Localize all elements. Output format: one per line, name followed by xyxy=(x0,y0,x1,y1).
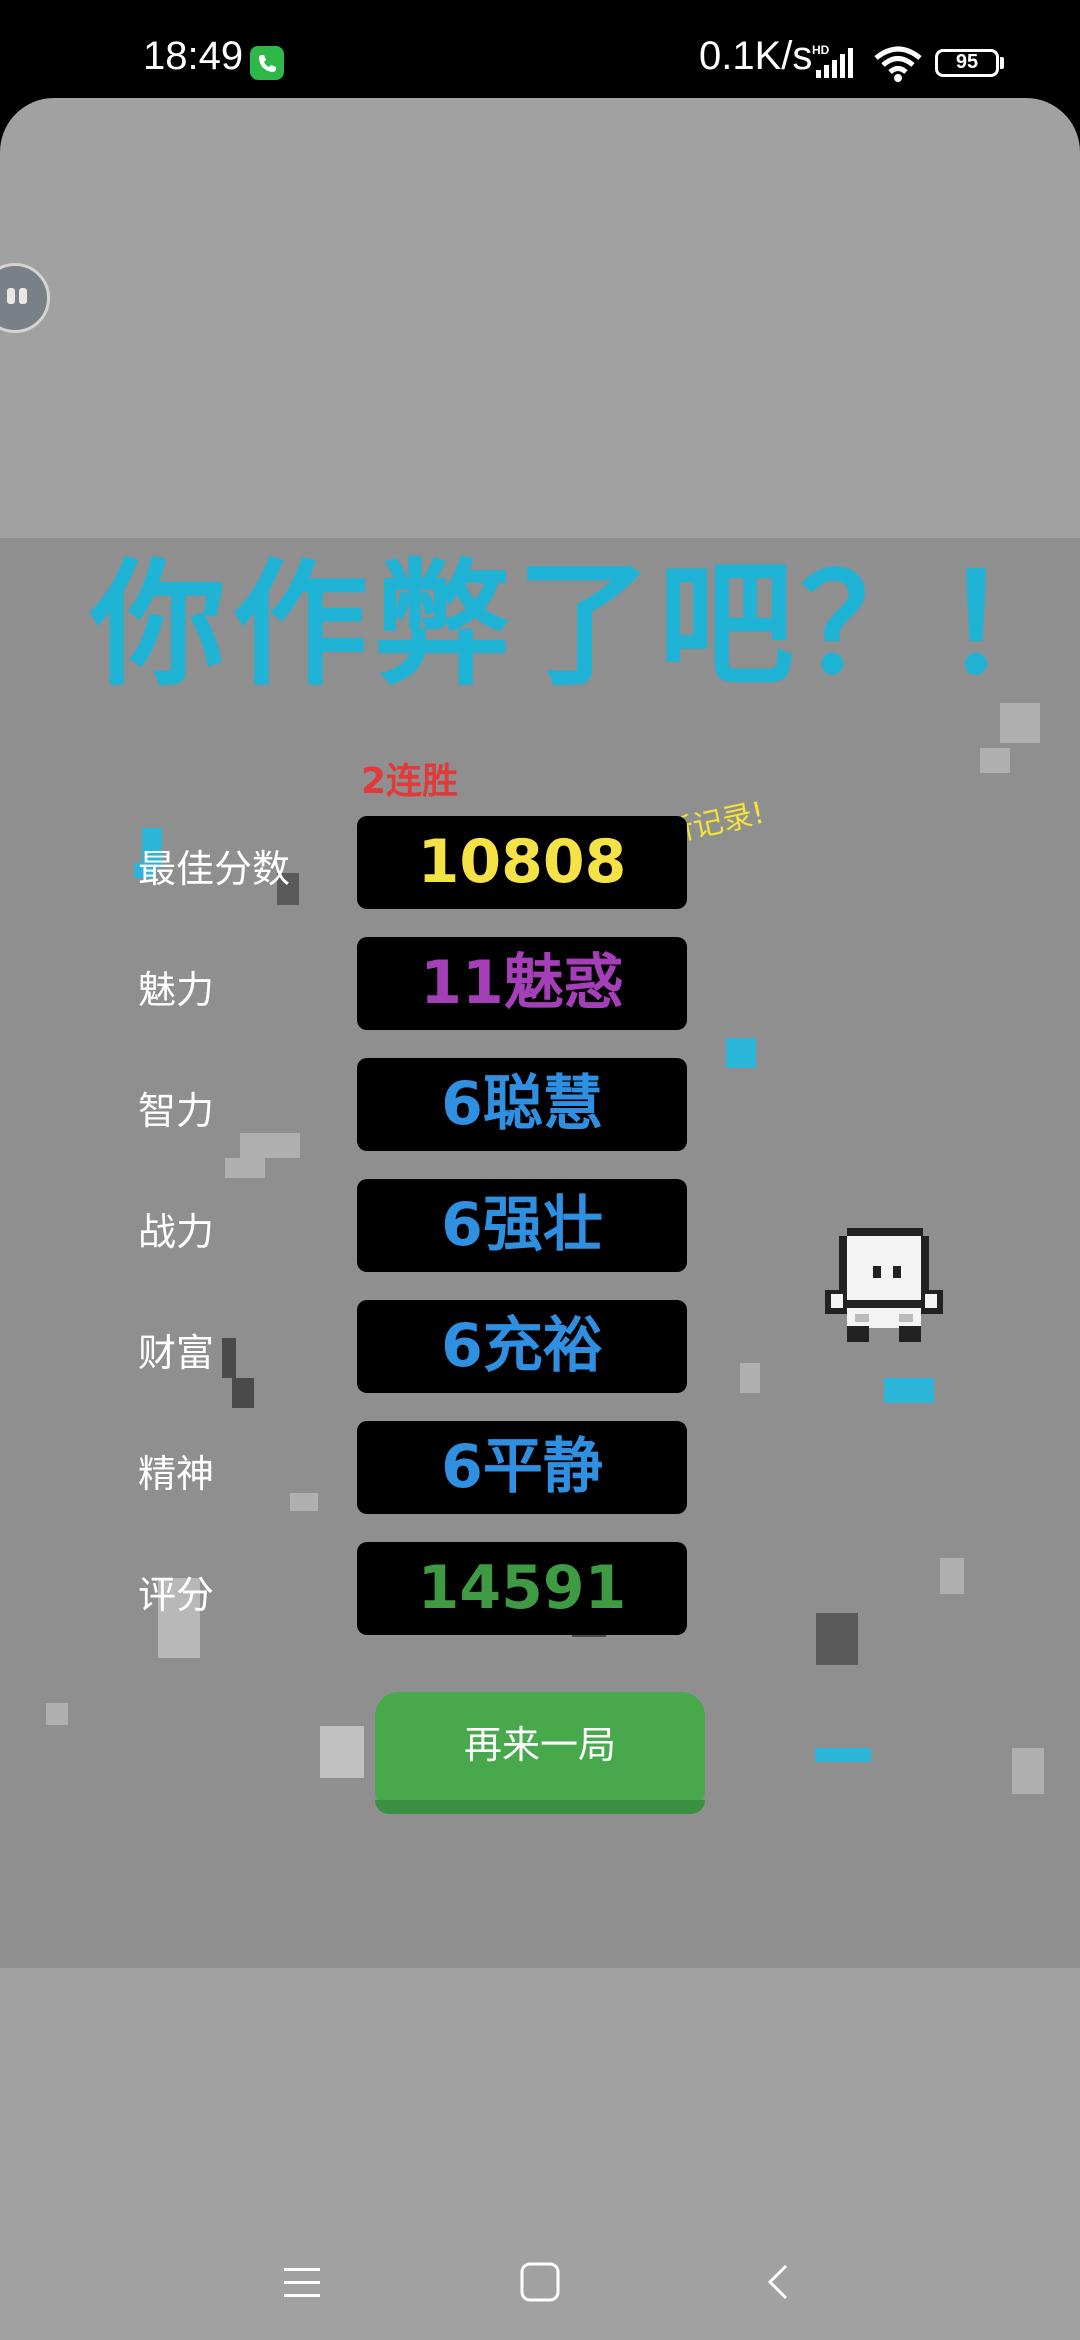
phone-call-icon xyxy=(250,46,284,80)
stat-value-charm: 11魅惑 xyxy=(357,937,687,1030)
stat-value-intelligence: 6聪慧 xyxy=(357,1058,687,1151)
pixel-debris xyxy=(1012,1748,1044,1794)
pixel-debris xyxy=(980,748,1010,773)
stat-value-strength: 6强壮 xyxy=(357,1179,687,1272)
pixel-debris xyxy=(940,1558,964,1594)
stat-value-wealth: 6充裕 xyxy=(357,1300,687,1393)
signal-icon: HD xyxy=(812,43,862,84)
pixel-debris xyxy=(816,1613,858,1665)
pixel-debris xyxy=(320,1726,364,1778)
pixel-debris xyxy=(46,1703,68,1725)
network-badge: HD xyxy=(812,44,830,57)
play-again-label: 再来一局 xyxy=(463,1725,616,1767)
pixel-debris xyxy=(884,1378,934,1403)
battery-tip xyxy=(1000,57,1004,69)
battery-icon: 95 xyxy=(935,49,999,77)
status-time: 18:49 xyxy=(143,34,244,78)
pixel-debris xyxy=(232,1378,254,1408)
play-again-button[interactable]: 再来一局 xyxy=(375,1692,705,1814)
wifi-icon xyxy=(874,46,922,86)
home-icon[interactable] xyxy=(510,2252,570,2312)
menu-icon[interactable] xyxy=(272,2252,332,2312)
pixel-debris xyxy=(290,1493,318,1511)
stat-value-spirit: 6平静 xyxy=(357,1421,687,1514)
win-streak: 2连胜 xyxy=(361,761,459,802)
stat-value-rating: 14591 xyxy=(357,1542,687,1635)
stat-label-charm: 魅力 xyxy=(138,968,215,1012)
status-bar: 18:49 0.1K/s HD 95 xyxy=(0,0,1080,100)
result-title: 你作弊了吧？！ xyxy=(90,547,1080,705)
pixel-debris xyxy=(240,1133,300,1158)
floating-assistant-icon[interactable] xyxy=(0,263,50,333)
back-icon[interactable] xyxy=(748,2252,808,2312)
stat-label-rating: 评分 xyxy=(138,1573,215,1617)
pixel-character xyxy=(825,1228,943,1342)
battery-level: 95 xyxy=(955,51,979,73)
navigation-bar xyxy=(0,2230,1080,2340)
stat-label-spirit: 精神 xyxy=(138,1452,215,1496)
pixel-debris xyxy=(740,1363,760,1393)
pixel-debris xyxy=(726,1038,756,1068)
stat-label-best-score: 最佳分数 xyxy=(138,847,291,891)
stat-value-best-score: 10808 xyxy=(357,816,687,909)
stat-label-wealth: 财富 xyxy=(138,1331,215,1375)
pixel-debris xyxy=(225,1158,265,1178)
network-speed: 0.1K/s xyxy=(699,34,813,78)
pixel-debris xyxy=(815,1748,871,1762)
stat-label-strength: 战力 xyxy=(138,1210,215,1254)
stat-label-intelligence: 智力 xyxy=(138,1089,215,1133)
pixel-debris xyxy=(222,1338,236,1378)
